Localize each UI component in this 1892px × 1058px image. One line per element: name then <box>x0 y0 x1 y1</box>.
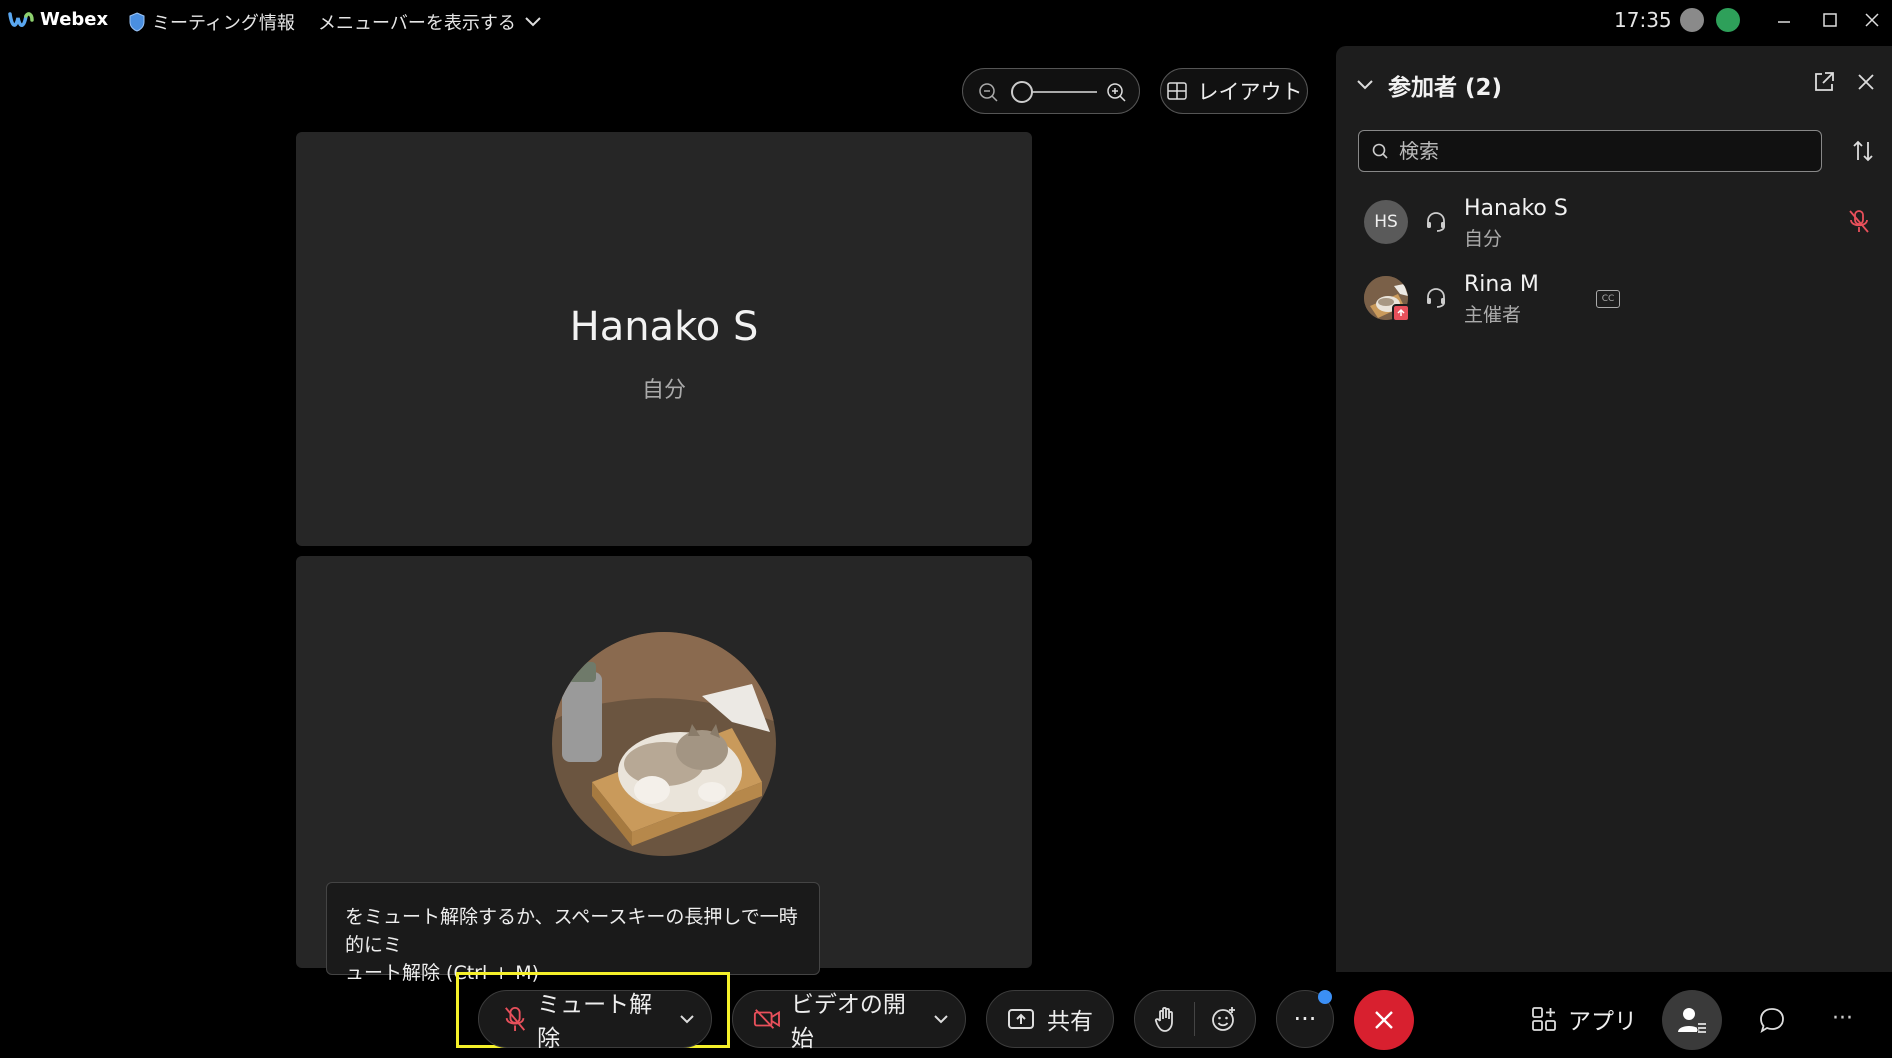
unmute-tooltip: をミュート解除するか、スペースキーの長押しで一時的にミ ュート解除 (Ctrl … <box>326 882 820 984</box>
participant-name: Rina M <box>1464 272 1539 297</box>
close-icon <box>1375 1011 1393 1029</box>
reactions-control <box>1134 990 1256 1048</box>
participant-name: Hanako S <box>1464 196 1568 221</box>
participant-row[interactable]: Rina M 主催者 CC <box>1336 262 1892 332</box>
zoom-slider-handle[interactable] <box>1011 81 1033 103</box>
reactions-smiley-icon[interactable] <box>1210 1005 1238 1033</box>
chevron-down-icon <box>934 1015 948 1024</box>
share-badge-icon <box>1397 308 1405 316</box>
search-icon <box>1372 143 1388 159</box>
participant-row[interactable]: HS Hanako S 自分 <box>1336 186 1892 256</box>
zoom-control <box>962 68 1140 114</box>
tile-participant-subtitle: 自分 <box>641 378 686 403</box>
avatar <box>1364 276 1410 322</box>
closed-captions-icon: CC <box>1596 290 1620 308</box>
unmute-control: ミュート解除 <box>478 990 712 1052</box>
network-health-icon[interactable] <box>1716 8 1740 32</box>
clock: 17:35 <box>1614 8 1672 32</box>
share-screen-icon <box>1008 1009 1034 1029</box>
apps-label: アプリ <box>1568 1009 1637 1035</box>
close-icon[interactable] <box>1854 70 1878 94</box>
microphone-muted-icon <box>505 1006 526 1032</box>
show-menubar-label: メニューバーを表示する <box>318 13 516 34</box>
chat-bubble-icon <box>1760 1008 1784 1033</box>
sort-icon[interactable] <box>1850 138 1876 164</box>
cat-photo-image <box>552 632 776 856</box>
unmute-label: ミュート解除 <box>537 992 653 1052</box>
raise-hand-icon[interactable] <box>1153 1005 1179 1033</box>
title-bar: Webex ミーティング情報 メニューバーを表示する 17:35 <box>0 0 1892 42</box>
apps-grid-icon <box>1532 1007 1556 1031</box>
video-options-dropdown[interactable] <box>919 991 963 1047</box>
app-name: Webex <box>40 9 109 30</box>
headset-icon <box>1427 212 1445 232</box>
zoom-out-icon[interactable] <box>977 81 999 103</box>
chat-button[interactable] <box>1752 1000 1792 1040</box>
participants-panel: 参加者 (2) HS Hanako S 自分 <box>1336 46 1892 972</box>
layout-button[interactable]: レイアウト <box>1160 68 1308 114</box>
show-menubar-button[interactable]: メニューバーを表示する <box>318 9 542 35</box>
avatar-initials: HS <box>1374 212 1398 232</box>
chevron-down-icon <box>1357 80 1373 90</box>
video-tile-self[interactable]: Hanako S 自分 <box>296 132 1032 546</box>
chevron-down-icon <box>525 17 541 27</box>
participants-icon <box>1678 1008 1706 1034</box>
tile-participant-name: Hanako S <box>569 304 759 350</box>
panel-header[interactable]: 参加者 (2) <box>1356 68 1502 102</box>
share-label: 共有 <box>1047 1009 1093 1035</box>
more-options-label: ··· <box>1293 1005 1317 1033</box>
microphone-muted-icon[interactable] <box>1846 208 1872 234</box>
leave-meeting-button[interactable] <box>1354 990 1414 1050</box>
video-off-icon <box>753 1009 780 1029</box>
maximize-icon <box>1823 13 1837 27</box>
audio-options-dropdown[interactable] <box>665 991 709 1047</box>
search-input[interactable] <box>1399 139 1799 163</box>
chevron-down-icon <box>680 1015 694 1024</box>
minimize-button[interactable] <box>1766 6 1802 34</box>
start-video-button[interactable]: ビデオの開始 <box>733 991 919 1052</box>
notification-dot <box>1318 990 1332 1004</box>
apps-button[interactable]: アプリ <box>1530 1002 1637 1036</box>
popout-icon[interactable] <box>1812 70 1836 94</box>
reactions-divider <box>1193 1002 1195 1036</box>
webex-icon <box>8 11 34 27</box>
avatar: HS <box>1364 200 1408 244</box>
meeting-info-label: ミーティング情報 <box>152 13 295 34</box>
webex-logo: Webex <box>8 9 108 30</box>
video-control: ビデオの開始 <box>732 990 966 1052</box>
unmute-button[interactable]: ミュート解除 <box>479 991 665 1052</box>
minimize-icon <box>1778 21 1790 23</box>
participant-search-field[interactable] <box>1358 130 1822 172</box>
host-avatar-photo <box>552 632 776 856</box>
connection-status-icon[interactable] <box>1680 8 1704 32</box>
zoom-in-icon[interactable] <box>1105 81 1127 103</box>
tooltip-line-1: をミュート解除するか、スペースキーの長押しで一時的にミ <box>345 906 798 956</box>
close-icon <box>1865 13 1879 27</box>
layout-label: レイアウト <box>1197 80 1303 104</box>
participant-role: 主催者 <box>1464 304 1522 326</box>
participants-panel-button[interactable] <box>1662 990 1722 1050</box>
participant-role: 自分 <box>1464 228 1503 250</box>
maximize-button[interactable] <box>1812 6 1848 34</box>
panel-title: 参加者 (2) <box>1388 75 1503 101</box>
grid-layout-icon <box>1166 82 1187 100</box>
close-window-button[interactable] <box>1854 6 1890 34</box>
share-button[interactable]: 共有 <box>986 990 1114 1048</box>
host-badge <box>1392 304 1410 322</box>
shield-icon <box>129 12 145 32</box>
headset-icon <box>1427 288 1445 308</box>
overflow-menu-button[interactable]: ··· <box>1832 1006 1853 1031</box>
start-video-label: ビデオの開始 <box>790 992 906 1052</box>
meeting-info-button[interactable]: ミーティング情報 <box>128 9 295 35</box>
